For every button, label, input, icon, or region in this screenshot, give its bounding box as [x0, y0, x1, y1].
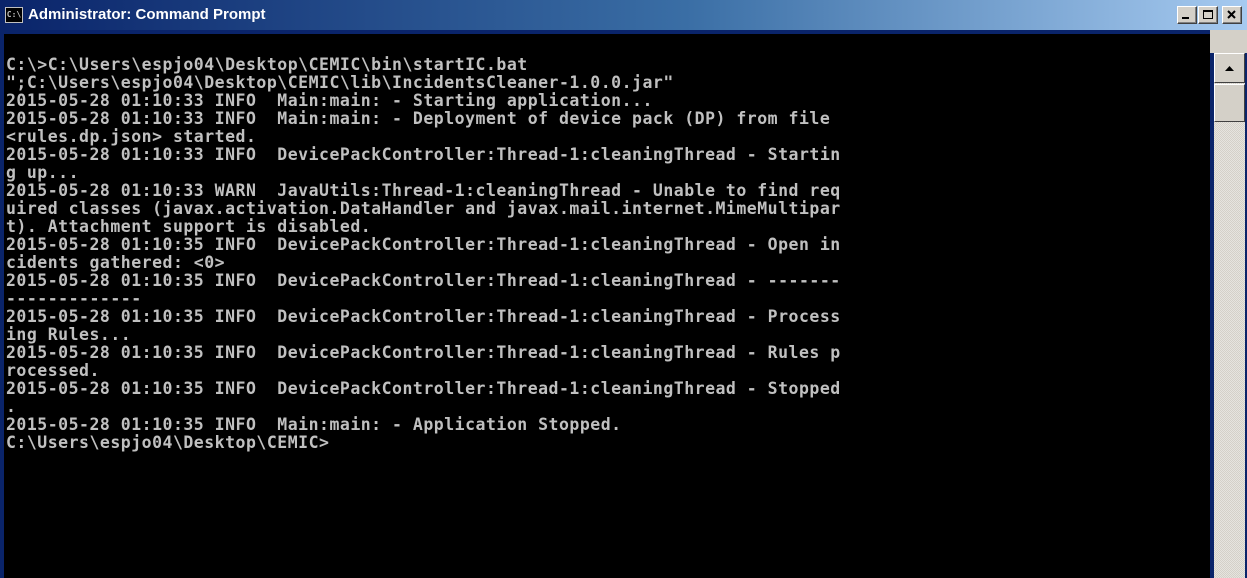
console-line: C:\Users\espjo04\Desktop\CEMIC> [6, 433, 330, 452]
maximize-icon [1203, 10, 1213, 19]
console-line: ------------- [6, 289, 142, 308]
console-line: 2015-05-28 01:10:33 INFO Main:main: - St… [6, 91, 653, 110]
console-line: g up... [6, 163, 80, 182]
console-line: . [6, 397, 17, 416]
console-line: 2015-05-28 01:10:35 INFO DevicePackContr… [6, 271, 841, 290]
minimize-icon [1182, 17, 1189, 19]
console-line: cidents gathered: <0> [6, 253, 226, 272]
console-text: C:\>C:\Users\espjo04\Desktop\CEMIC\bin\s… [6, 38, 841, 452]
command-prompt-window: C:\ Administrator: Command Prompt C:\>C:… [0, 0, 1247, 578]
console-line: 2015-05-28 01:10:33 INFO DevicePackContr… [6, 145, 841, 164]
close-icon [1227, 10, 1236, 19]
title-bar[interactable]: C:\ Administrator: Command Prompt [0, 0, 1247, 30]
console-line: uired classes (javax.activation.DataHand… [6, 199, 841, 218]
console-line: ";C:\Users\espjo04\Desktop\CEMIC\lib\Inc… [6, 73, 674, 92]
console-line: 2015-05-28 01:10:33 WARN JavaUtils:Threa… [6, 181, 841, 200]
window-title: Administrator: Command Prompt [28, 6, 266, 23]
arrow-up-icon [1225, 66, 1234, 71]
console-line: 2015-05-28 01:10:33 INFO Main:main: - De… [6, 109, 831, 128]
maximize-button[interactable] [1198, 6, 1218, 24]
console-line: 2015-05-28 01:10:35 INFO DevicePackContr… [6, 343, 841, 362]
console-line: 2015-05-28 01:10:35 INFO DevicePackContr… [6, 379, 841, 398]
console-line: 2015-05-28 01:10:35 INFO Main:main: - Ap… [6, 415, 622, 434]
console-line: 2015-05-28 01:10:35 INFO DevicePackContr… [6, 235, 841, 254]
console-line: 2015-05-28 01:10:35 INFO DevicePackContr… [6, 307, 841, 326]
minimize-button[interactable] [1177, 6, 1197, 24]
scroll-thumb[interactable] [1214, 84, 1245, 122]
console-line: <rules.dp.json> started. [6, 127, 257, 146]
console-line: rocessed. [6, 361, 100, 380]
console-line: t). Attachment support is disabled. [6, 217, 372, 236]
window-frame [1210, 30, 1247, 53]
console-line: C:\>C:\Users\espjo04\Desktop\CEMIC\bin\s… [6, 55, 528, 74]
scroll-up-button[interactable] [1214, 53, 1245, 83]
console-output[interactable]: C:\>C:\Users\espjo04\Desktop\CEMIC\bin\s… [4, 34, 1210, 578]
vertical-scrollbar[interactable] [1214, 53, 1245, 578]
command-prompt-icon[interactable]: C:\ [5, 7, 23, 23]
close-button[interactable] [1222, 6, 1242, 24]
console-line: ing Rules... [6, 325, 132, 344]
